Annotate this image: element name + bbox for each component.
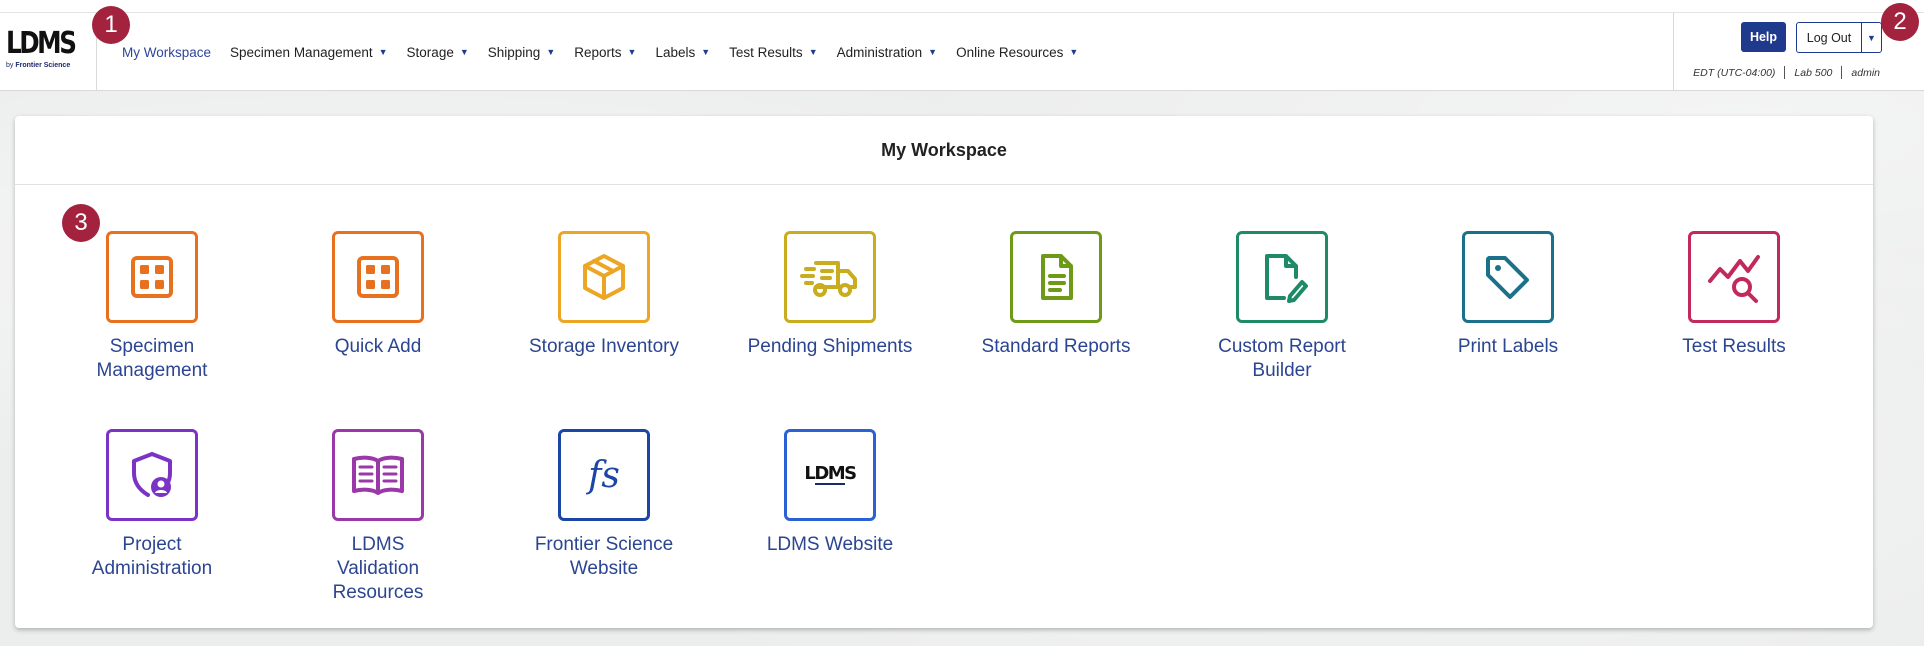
nav-item-label: Labels [655,44,696,60]
right-divider [1673,13,1674,91]
nav-item-storage[interactable]: Storage ▼ [407,45,469,60]
chevron-down-icon: ▼ [459,47,469,57]
tile-label: LDMS Validation Resources [332,534,424,603]
box-icon [558,231,650,323]
document-icon [1010,231,1102,323]
nav-item-label: Administration [836,44,923,60]
logout-dropdown-toggle[interactable]: ▼ [1861,23,1881,52]
nav-item-label: Storage [406,44,454,60]
shield-user-icon [106,429,198,521]
logout-button-group: Log Out ▼ [1796,22,1882,53]
tile-label: Frontier Science Website [534,534,674,579]
nav-item-test-results[interactable]: Test Results ▼ [729,45,817,60]
workspace-title: My Workspace [15,116,1873,185]
chevron-down-icon: ▼ [378,47,388,57]
nav-item-label: My Workspace [122,44,212,60]
logo-subtitle: by Frontier Science [6,62,84,69]
nav-item-label: Test Results [729,44,803,60]
annotation-badge-1: 1 [92,6,130,44]
tag-icon [1462,231,1554,323]
timezone-label: EDT (UTC-04:00) [1693,66,1776,79]
grid-icon [106,231,198,323]
nav-item-label: Shipping [487,44,541,60]
chevron-down-icon: ▼ [1069,47,1079,57]
annotation-badge-3: 3 [62,204,100,242]
tile-label: Storage Inventory [529,336,679,357]
chevron-down-icon: ▼ [627,47,637,57]
tile-label: Specimen Management [96,336,208,381]
nav-item-my-workspace[interactable]: My Workspace [122,45,211,60]
tile-label: Standard Reports [981,336,1131,357]
svg-text:fs: fs [585,455,620,496]
fs-logo-icon: fs [558,429,650,521]
nav-item-online-resources[interactable]: Online Resources ▼ [956,45,1078,60]
chart-search-icon [1688,231,1780,323]
annotation-badge-2: 2 [1881,3,1919,41]
chevron-down-icon: ▼ [808,47,818,57]
tile-label: Pending Shipments [747,336,913,357]
tile-print-labels[interactable]: Print Labels [1408,231,1608,359]
session-info: EDT (UTC-04:00) Lab 500 admin [1693,66,1880,79]
chevron-down-icon: ▼ [701,47,711,57]
tile-test-results[interactable]: Test Results [1634,231,1834,359]
session-separator [1841,66,1843,79]
ldms-logo[interactable]: LDMS by Frontier Science [6,27,84,77]
logo-by: by [6,62,14,69]
tile-standard-reports[interactable]: Standard Reports [956,231,1156,359]
svg-text:LDMS: LDMS [804,463,856,484]
help-button[interactable]: Help [1741,22,1786,52]
nav-item-label: Specimen Management [230,44,373,60]
tile-quick-add[interactable]: Quick Add [278,231,478,359]
nav-item-reports[interactable]: Reports ▼ [574,45,636,60]
tile-label: Project Administration [91,534,213,579]
tile-label: Custom Report Builder [1218,336,1346,381]
tile-project-administration[interactable]: Project Administration [52,429,252,581]
nav-item-specimen-management[interactable]: Specimen Management ▼ [230,45,388,60]
nav-item-label: Reports [574,44,622,60]
chevron-down-icon: ▼ [546,47,556,57]
tile-specimen-management[interactable]: Specimen Management [52,231,252,383]
logout-button[interactable]: Log Out [1797,23,1861,52]
top-navbar: LDMS by Frontier Science My Workspace Spe… [0,13,1924,91]
tile-label: Test Results [1682,336,1786,357]
nav-item-shipping[interactable]: Shipping ▼ [488,45,555,60]
main-nav: My Workspace Specimen Management ▼ Storage ▼… [122,13,1097,91]
logo-company: Frontier Science [15,62,71,69]
tile-ldms-validation-resources[interactable]: LDMS Validation Resources [278,429,478,605]
tile-pending-shipments[interactable]: Pending Shipments [730,231,930,359]
nav-item-label: Online Resources [956,44,1064,60]
nav-item-administration[interactable]: Administration ▼ [837,45,937,60]
top-strip [0,0,1924,13]
document-edit-icon [1236,231,1328,323]
nav-item-labels[interactable]: Labels ▼ [655,45,710,60]
chevron-down-icon: ▼ [928,47,938,57]
truck-icon [784,231,876,323]
book-icon [332,429,424,521]
logo-text: LDMS [6,26,77,61]
tile-custom-report-builder[interactable]: Custom Report Builder [1182,231,1382,383]
tile-storage-inventory[interactable]: Storage Inventory [504,231,704,359]
ldms-logo-icon: LDMS [784,429,876,521]
tile-frontier-science-website[interactable]: fs Frontier Science Website [504,429,704,581]
session-separator [1784,66,1786,79]
tile-label: Quick Add [334,336,422,357]
user-label: admin [1851,66,1880,79]
grid-icon [332,231,424,323]
tile-label: Print Labels [1457,336,1559,357]
tile-label: LDMS Website [766,534,894,555]
tile-ldms-website[interactable]: LDMS LDMS Website [730,429,930,557]
lab-label: Lab 500 [1794,66,1833,79]
